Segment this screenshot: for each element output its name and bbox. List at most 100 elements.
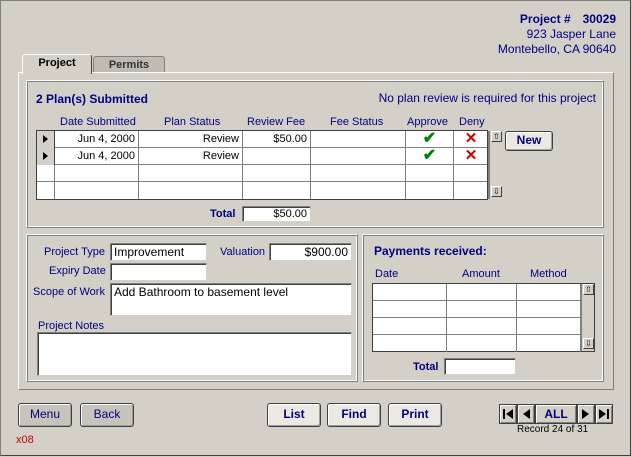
next-record-icon	[582, 409, 589, 419]
cell-method[interactable]	[517, 335, 581, 352]
cell-amount[interactable]	[447, 301, 517, 318]
col-deny: Deny	[459, 116, 485, 128]
valuation-label: Valuation	[220, 246, 266, 258]
plans-note: No plan review is required for this proj…	[378, 91, 596, 105]
cell-approve[interactable]	[406, 165, 454, 182]
project-header: Project # 30029 923 Jasper Lane Montebell…	[498, 12, 616, 57]
deny-x-icon[interactable]: ✕	[454, 131, 489, 148]
cell-fee[interactable]: $50.00	[243, 131, 311, 148]
approve-check-icon[interactable]: ✔	[406, 131, 454, 148]
all-records-button[interactable]: ALL	[535, 404, 577, 424]
payments-total-label: Total	[413, 361, 439, 373]
scroll-up-icon[interactable]: ⇧	[583, 284, 594, 295]
valuation-field[interactable]: $900.00	[269, 243, 352, 261]
expiry-date-field[interactable]	[110, 263, 207, 281]
plans-table: Jun 4, 2000 Review $50.00 ✔ ✕ Jun 4, 200…	[36, 130, 503, 200]
payments-col-method: Method	[530, 268, 567, 280]
cell-approve[interactable]	[406, 182, 454, 199]
cell-deny[interactable]	[454, 182, 489, 199]
row-selector[interactable]	[37, 182, 55, 199]
cell-fee-status[interactable]	[311, 182, 406, 199]
payments-title: Payments received:	[374, 244, 487, 258]
row-selector[interactable]	[37, 165, 55, 182]
table-row[interactable]	[37, 165, 489, 182]
row-selector[interactable]	[37, 148, 55, 165]
cell-date[interactable]	[55, 182, 139, 199]
cell-fee[interactable]	[243, 148, 311, 165]
deny-x-icon[interactable]: ✕	[454, 148, 489, 165]
cell-fee[interactable]	[243, 182, 311, 199]
table-row[interactable]	[373, 318, 594, 335]
col-plan-status: Plan Status	[164, 116, 221, 128]
table-row[interactable]: Jun 4, 2000 Review $50.00 ✔ ✕	[37, 131, 489, 148]
payments-scrollbar[interactable]: ⇧ ⇩	[581, 284, 594, 351]
table-row[interactable]	[373, 335, 594, 352]
list-button[interactable]: List	[267, 403, 321, 427]
cell-fee[interactable]	[243, 165, 311, 182]
address-line1: 923 Jasper Lane	[526, 27, 616, 41]
previous-record-button[interactable]	[517, 404, 535, 424]
scroll-down-icon[interactable]: ⇩	[491, 186, 502, 197]
cell-amount[interactable]	[447, 284, 517, 301]
layout-code: x08	[16, 434, 34, 446]
row-selector[interactable]	[37, 131, 55, 148]
back-button[interactable]: Back	[80, 403, 134, 427]
cell-date[interactable]	[373, 335, 447, 352]
table-row[interactable]	[373, 284, 594, 301]
plans-total-field[interactable]: $50.00	[242, 206, 311, 222]
project-notes-field[interactable]	[37, 332, 352, 376]
cell-fee-status[interactable]	[311, 148, 406, 165]
print-button[interactable]: Print	[388, 403, 442, 427]
plans-title: 2 Plan(s) Submitted	[36, 92, 149, 106]
tab-project[interactable]: Project	[22, 54, 92, 74]
cell-method[interactable]	[517, 318, 581, 335]
cell-amount[interactable]	[447, 318, 517, 335]
scope-of-work-field[interactable]: Add Bathroom to basement level	[110, 283, 352, 316]
approve-check-icon[interactable]: ✔	[406, 148, 454, 165]
scroll-up-icon[interactable]: ⇧	[491, 131, 502, 142]
cell-status[interactable]: Review	[139, 148, 243, 165]
project-type-field[interactable]: Improvement	[110, 243, 207, 261]
project-number-label: Project #	[519, 12, 571, 26]
new-plan-button[interactable]: New	[505, 131, 553, 151]
col-fee-status: Fee Status	[330, 116, 384, 128]
table-row[interactable]	[37, 182, 489, 199]
payments-total-field[interactable]	[444, 358, 516, 375]
scroll-down-icon[interactable]: ⇩	[583, 338, 594, 349]
cell-fee-status[interactable]	[311, 131, 406, 148]
cell-amount[interactable]	[447, 335, 517, 352]
cell-status[interactable]	[139, 165, 243, 182]
last-record-button[interactable]	[595, 404, 613, 424]
first-record-button[interactable]	[499, 404, 517, 424]
payments-table: ⇧ ⇩	[372, 283, 595, 352]
project-type-label: Project Type	[44, 246, 105, 258]
plans-scrollbar[interactable]: ⇧ ⇩	[489, 131, 503, 199]
col-review-fee: Review Fee	[247, 116, 306, 128]
cell-date[interactable]	[55, 165, 139, 182]
cell-date[interactable]: Jun 4, 2000	[55, 131, 139, 148]
find-button[interactable]: Find	[327, 403, 381, 427]
plans-total-label: Total	[210, 208, 236, 220]
col-approve: Approve	[407, 116, 448, 128]
cell-status[interactable]	[139, 182, 243, 199]
first-record-icon	[503, 409, 513, 419]
cell-date[interactable]: Jun 4, 2000	[55, 148, 139, 165]
cell-status[interactable]: Review	[139, 131, 243, 148]
table-row[interactable]: Jun 4, 2000 Review ✔ ✕	[37, 148, 489, 165]
cell-method[interactable]	[517, 301, 581, 318]
menu-button[interactable]: Menu	[18, 403, 72, 427]
table-row[interactable]	[373, 301, 594, 318]
address-line2: Montebello, CA 90640	[497, 42, 616, 56]
project-number: 30029	[582, 12, 616, 26]
next-record-button[interactable]	[577, 404, 595, 424]
payments-col-date: Date	[375, 268, 399, 280]
cell-method[interactable]	[517, 284, 581, 301]
cell-date[interactable]	[373, 284, 447, 301]
cell-deny[interactable]	[454, 165, 489, 182]
project-notes-label: Project Notes	[38, 320, 105, 332]
cell-fee-status[interactable]	[311, 165, 406, 182]
row-arrow-icon	[43, 135, 48, 143]
cell-date[interactable]	[373, 301, 447, 318]
payments-col-amount: Amount	[462, 268, 500, 280]
cell-date[interactable]	[373, 318, 447, 335]
